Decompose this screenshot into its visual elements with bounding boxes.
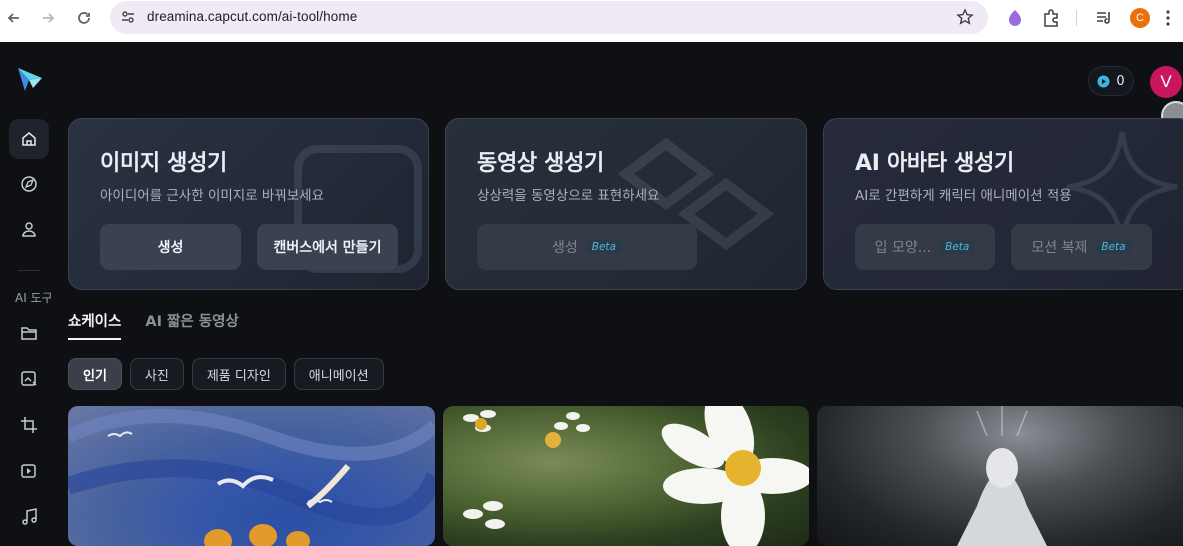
seagulls-artwork (68, 409, 435, 546)
button-label: 생성 (552, 240, 578, 256)
gallery-item[interactable] (817, 406, 1183, 546)
sidebar-item-image-edit[interactable] (9, 359, 49, 399)
beta-badge: Beta (585, 240, 622, 254)
button-label: 캔버스에서 만들기 (273, 240, 382, 256)
content-tabs: 쇼케이스 AI 짧은 동영상 (68, 310, 239, 340)
beta-badge: Beta (1095, 240, 1132, 254)
button-label: 모션 복제 (1031, 240, 1088, 256)
chip-popular[interactable]: 인기 (68, 358, 122, 390)
browser-toolbar: dreamina.capcut.com/ai-tool/home C (0, 0, 1183, 42)
chip-product-design[interactable]: 제품 디자인 (191, 358, 286, 390)
card-title: 이미지 생성기 (100, 151, 227, 176)
category-filters: 인기 사진 제품 디자인 애니메이션 (68, 358, 384, 390)
explore-icon (21, 176, 37, 192)
media-queue-icon[interactable] (1093, 7, 1115, 29)
credits-count: 0 (1116, 73, 1125, 89)
extension-icon[interactable] (1004, 7, 1026, 29)
folder-icon (21, 327, 37, 340)
button-label: 생성 (157, 240, 184, 256)
sidebar-item-explore[interactable] (9, 164, 49, 204)
sidebar-item-music[interactable] (9, 497, 49, 537)
beta-badge: Beta (939, 240, 976, 254)
crop-icon (21, 417, 37, 433)
sidebar-section-label: AI 도구 (15, 291, 51, 305)
image-edit-icon (21, 371, 37, 386)
sidebar-divider (18, 270, 40, 271)
puzzle-icon[interactable] (1040, 7, 1062, 29)
arrow-right-icon (43, 13, 55, 23)
motion-clone-button[interactable]: 모션 복제 Beta (1011, 224, 1152, 270)
user-avatar[interactable]: V (1150, 66, 1182, 98)
arrow-left-icon (7, 13, 19, 23)
canvas-create-button[interactable]: 캔버스에서 만들기 (257, 224, 398, 270)
video-generator-card[interactable]: 동영상 생성기 상상력을 동영상으로 표현하세요 생성 Beta (445, 118, 807, 290)
dreamina-logo-icon[interactable] (15, 64, 45, 94)
sidebar-item-home[interactable] (9, 119, 49, 159)
url-text: dreamina.capcut.com/ai-tool/home (147, 9, 358, 24)
chip-animation[interactable]: 애니메이션 (293, 358, 384, 390)
more-menu-icon[interactable] (1166, 9, 1170, 31)
reload-button[interactable] (72, 6, 96, 30)
statue-artwork (957, 406, 1047, 546)
card-title: 동영상 생성기 (477, 151, 604, 176)
card-subtitle: AI로 간편하게 캐릭터 애니메이션 적용 (855, 188, 1072, 204)
address-bar[interactable]: dreamina.capcut.com/ai-tool/home (110, 1, 988, 34)
user-icon (22, 222, 36, 237)
tab-ai-short-video[interactable]: AI 짧은 동영상 (145, 310, 238, 340)
generate-image-button[interactable]: 생성 (100, 224, 241, 270)
app-main: AI 도구 0 V 이미지 생성기 아이디어를 근사한 이미지로 바꿔보세요 생… (0, 42, 1183, 546)
sidebar: AI 도구 (0, 42, 58, 536)
forward-button[interactable] (36, 6, 60, 30)
bookmark-star-icon[interactable] (956, 8, 974, 30)
card-subtitle: 아이디어를 근사한 이미지로 바꿔보세요 (100, 188, 325, 204)
sidebar-item-canvas[interactable] (9, 405, 49, 445)
sidebar-item-assets[interactable] (9, 313, 49, 353)
credits-badge[interactable]: 0 (1088, 66, 1134, 96)
card-title: AI 아바타 생성기 (855, 151, 1014, 176)
back-button[interactable] (2, 6, 26, 30)
video-play-icon (21, 464, 36, 478)
daisies-artwork (463, 406, 809, 546)
music-icon (22, 508, 37, 525)
home-icon (22, 132, 36, 146)
card-subtitle: 상상력을 동영상으로 표현하세요 (477, 188, 660, 204)
chip-photo[interactable]: 사진 (129, 358, 184, 390)
image-generator-card[interactable]: 이미지 생성기 아이디어를 근사한 이미지로 바꿔보세요 생성 캔버스에서 만들… (68, 118, 429, 290)
tab-showcase[interactable]: 쇼케이스 (68, 310, 122, 340)
gallery-item[interactable] (443, 406, 809, 546)
toolbar-divider (1076, 10, 1077, 26)
browser-profile-avatar[interactable]: C (1130, 8, 1150, 28)
avatar-generator-card[interactable]: AI 아바타 생성기 AI로 간편하게 캐릭터 애니메이션 적용 입 모양...… (823, 118, 1183, 290)
generate-video-button[interactable]: 생성 Beta (477, 224, 697, 270)
credit-coin-icon (1097, 75, 1110, 87)
site-settings-icon[interactable] (120, 9, 136, 29)
gallery-item[interactable] (68, 406, 435, 546)
lip-sync-button[interactable]: 입 모양... Beta (855, 224, 995, 270)
button-label: 입 모양... (874, 240, 932, 256)
sidebar-item-video[interactable] (9, 451, 49, 491)
sidebar-item-profile[interactable] (9, 209, 49, 249)
reload-icon (78, 12, 90, 24)
